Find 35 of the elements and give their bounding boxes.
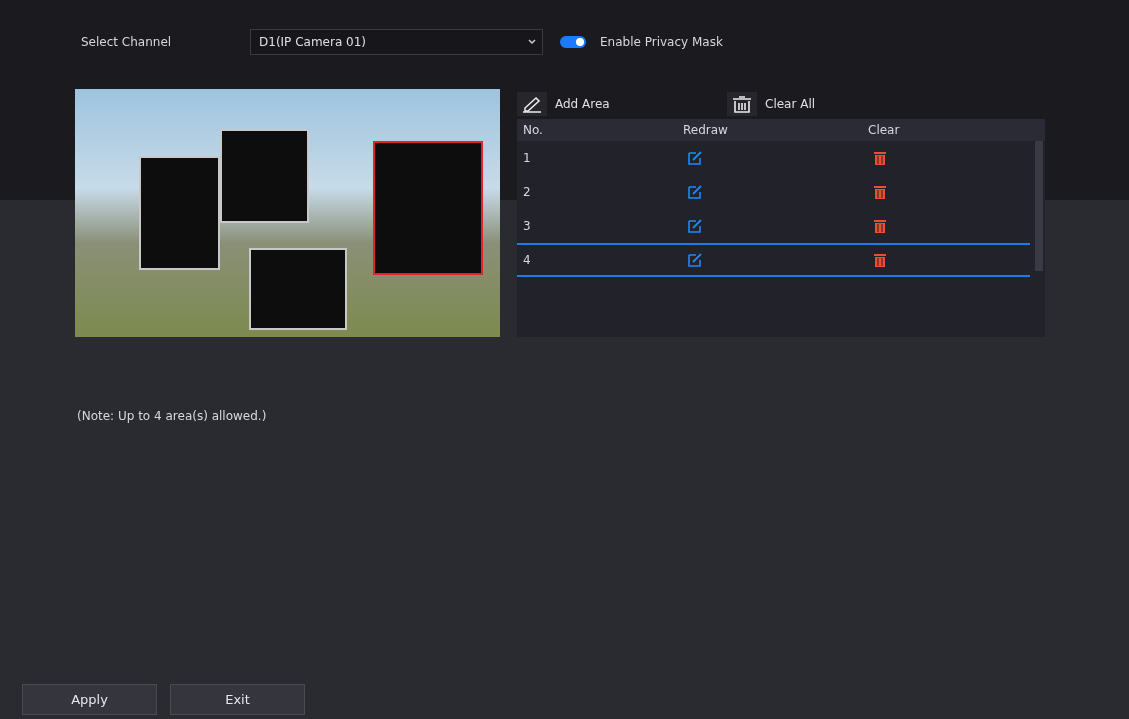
toggle-label: Enable Privacy Mask (600, 35, 723, 49)
area-row[interactable]: 4 (517, 243, 1030, 277)
exit-button[interactable]: Exit (170, 684, 305, 715)
delete-icon[interactable] (872, 252, 888, 268)
clear-all-button[interactable]: Clear All (727, 92, 816, 116)
area-row[interactable]: 3 (517, 209, 1030, 243)
delete-icon[interactable] (872, 184, 888, 200)
delete-icon[interactable] (872, 218, 888, 234)
trash-icon (731, 95, 753, 113)
privacy-mask-toggle[interactable] (560, 36, 586, 48)
edit-icon[interactable] (687, 218, 703, 234)
column-header: No. (523, 123, 544, 137)
delete-icon[interactable] (872, 150, 888, 166)
caret-icon (528, 39, 536, 45)
column-header: Clear (868, 123, 901, 137)
area-number: 2 (523, 185, 532, 199)
area-number: 4 (523, 253, 532, 267)
privacy-mask-area[interactable] (138, 155, 220, 271)
column-header: Redraw (683, 123, 729, 137)
pen-icon (521, 95, 543, 113)
edit-icon[interactable] (687, 252, 703, 268)
field-label: Select Channel (81, 35, 173, 49)
apply-button[interactable]: Apply (22, 684, 157, 715)
area-row[interactable]: 2 (517, 175, 1030, 209)
channel-dropdown[interactable]: D1(IP Camera 01) (250, 29, 543, 55)
area-row[interactable]: 1 (517, 141, 1030, 175)
edit-icon[interactable] (687, 184, 703, 200)
note-text: (Note: Up to 4 area(s) allowed.) (76, 408, 268, 423)
edit-icon[interactable] (687, 150, 703, 166)
privacy-mask-area[interactable] (249, 247, 347, 330)
scrollbar[interactable] (1035, 141, 1043, 271)
add-area-button[interactable]: Add Area (517, 92, 727, 116)
area-number: 3 (523, 219, 532, 233)
area-number: 1 (523, 151, 532, 165)
privacy-mask-area[interactable] (219, 128, 309, 223)
